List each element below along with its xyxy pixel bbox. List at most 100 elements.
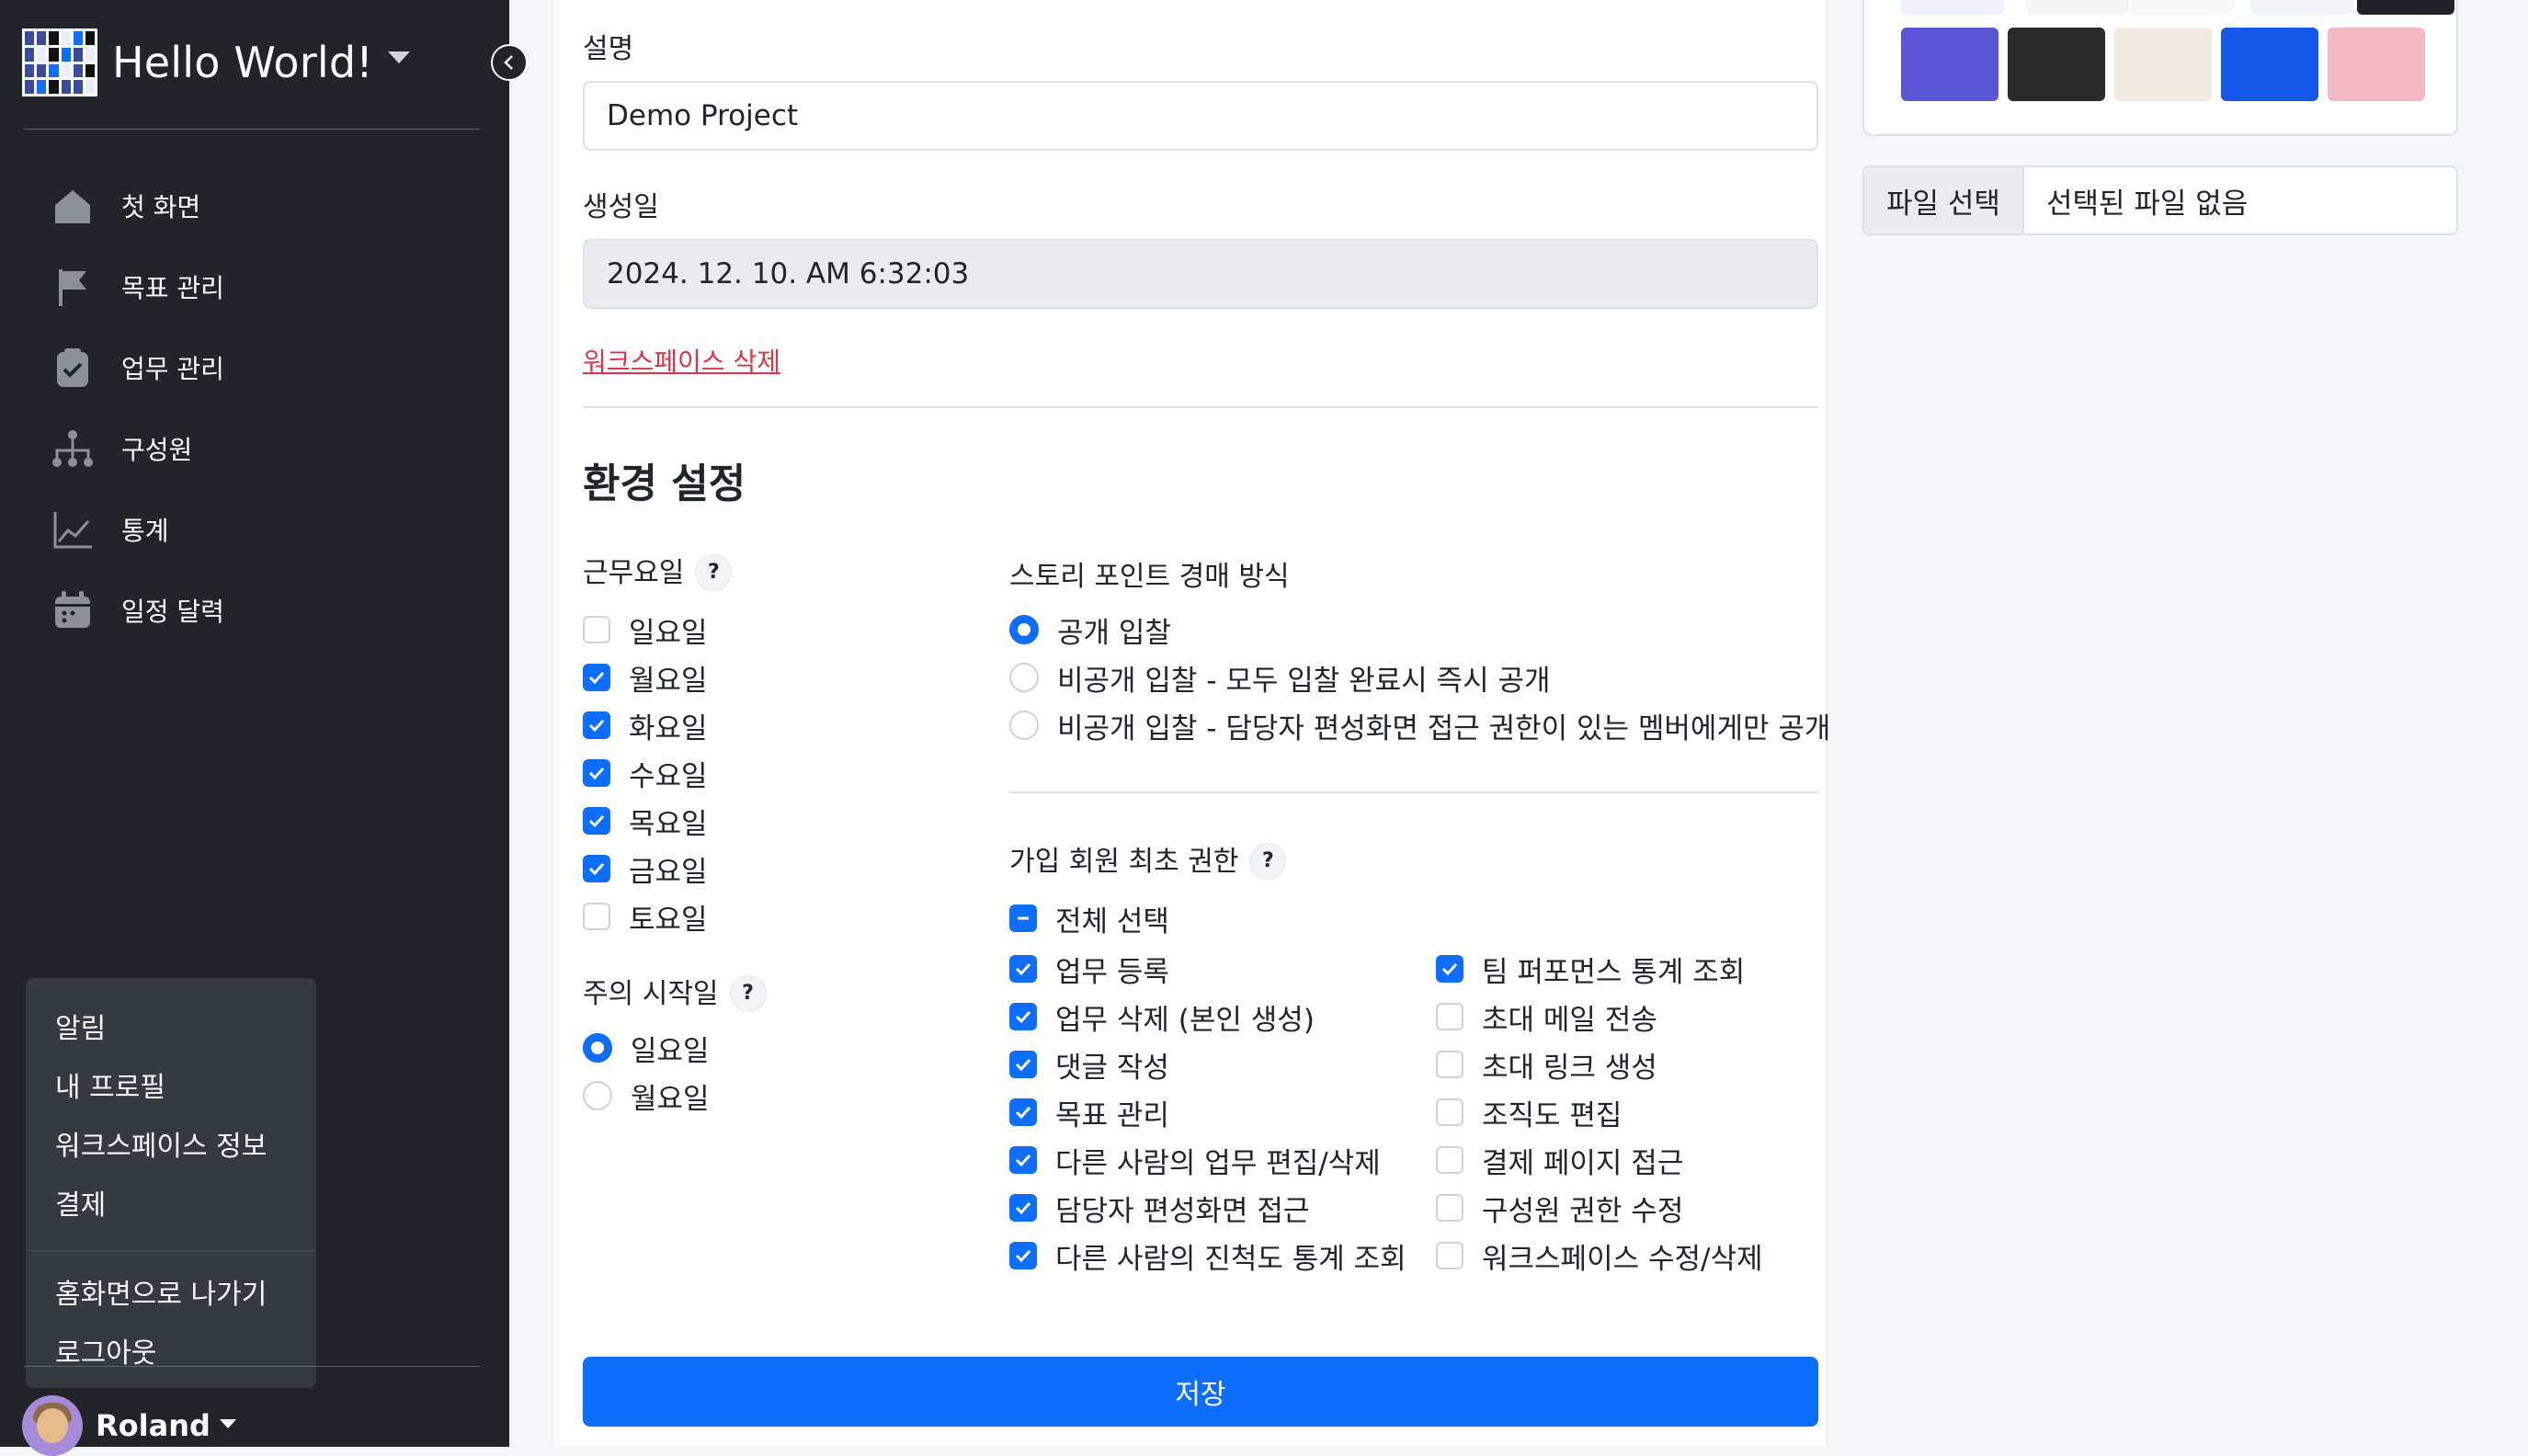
workspace-title: Hello World! bbox=[112, 38, 373, 87]
calendar-icon bbox=[55, 591, 90, 628]
help-icon[interactable]: ? bbox=[729, 974, 767, 1012]
workday-wednesday[interactable]: 수요일 bbox=[583, 749, 708, 797]
week-start-label: 주의 시작일? bbox=[583, 971, 767, 1014]
sidebar-item-calendar[interactable]: 일정 달력 bbox=[51, 570, 224, 651]
perm-edit-org-chart[interactable]: 조직도 편집 bbox=[1436, 1088, 1622, 1136]
checkbox-label: 담당자 편성화면 접근 bbox=[1055, 1194, 1310, 1228]
checkbox[interactable] bbox=[1009, 1194, 1037, 1222]
user-menu-toggle[interactable]: Roland bbox=[22, 1395, 236, 1456]
perm-billing-page[interactable]: 결제 페이지 접근 bbox=[1436, 1136, 1683, 1184]
workday-thursday[interactable]: 목요일 bbox=[583, 797, 708, 845]
checkbox[interactable] bbox=[1436, 1051, 1463, 1078]
checkbox-label: 월요일 bbox=[629, 664, 708, 698]
delete-workspace-link[interactable]: 워크스페이스 삭제 bbox=[583, 342, 780, 379]
line-chart-icon bbox=[53, 512, 92, 549]
auction-sealed-restricted[interactable]: 비공개 입찰 - 담당자 편성화면 접근 권한이 있는 멤버에게만 공개 bbox=[1009, 701, 1830, 749]
checkbox-label: 목요일 bbox=[629, 807, 708, 841]
checkbox[interactable] bbox=[1009, 1051, 1037, 1078]
checkbox[interactable] bbox=[1436, 1194, 1463, 1222]
checkbox[interactable] bbox=[1009, 1003, 1037, 1030]
workday-friday[interactable]: 금요일 bbox=[583, 845, 708, 893]
checkbox[interactable] bbox=[1436, 1098, 1463, 1126]
radio[interactable] bbox=[1009, 615, 1039, 644]
checkbox-label: 토요일 bbox=[629, 903, 708, 937]
checkbox-indeterminate[interactable] bbox=[1009, 904, 1037, 932]
checkbox[interactable] bbox=[1009, 1146, 1037, 1174]
save-button[interactable]: 저장 bbox=[583, 1357, 1818, 1427]
radio[interactable] bbox=[583, 1033, 612, 1063]
checkbox[interactable] bbox=[1009, 1242, 1037, 1269]
checkbox[interactable] bbox=[1009, 1098, 1037, 1126]
perm-edit-member-roles[interactable]: 구성원 권한 수정 bbox=[1436, 1184, 1683, 1232]
description-input[interactable]: Demo Project bbox=[583, 81, 1818, 151]
menu-item-billing[interactable]: 결제 bbox=[26, 1177, 316, 1235]
checkbox[interactable] bbox=[1436, 1242, 1463, 1269]
workday-monday[interactable]: 월요일 bbox=[583, 654, 708, 701]
checkbox-label: 업무 등록 bbox=[1055, 955, 1169, 989]
menu-item-workspace-info[interactable]: 워크스페이스 정보 bbox=[26, 1118, 316, 1177]
sidebar-item-goals[interactable]: 목표 관리 bbox=[51, 246, 224, 327]
section-divider bbox=[583, 406, 1818, 408]
sidebar-item-home[interactable]: 첫 화면 bbox=[51, 165, 224, 246]
checkbox[interactable] bbox=[583, 616, 610, 643]
checkbox[interactable] bbox=[583, 855, 610, 882]
perm-delete-own-task[interactable]: 업무 삭제 (본인 생성) bbox=[1009, 993, 1315, 1041]
auction-open-bid[interactable]: 공개 입찰 bbox=[1009, 606, 1171, 654]
sidebar-item-tasks[interactable]: 업무 관리 bbox=[51, 327, 224, 408]
checkbox-label: 수요일 bbox=[629, 759, 708, 793]
radio[interactable] bbox=[1009, 663, 1039, 692]
perm-team-performance-stats[interactable]: 팀 퍼포먼스 통계 조회 bbox=[1436, 945, 1745, 993]
radio[interactable] bbox=[1009, 711, 1039, 740]
radio-label: 일요일 bbox=[631, 1034, 710, 1068]
sidebar-item-label: 첫 화면 bbox=[121, 192, 201, 222]
checkbox[interactable] bbox=[583, 903, 610, 930]
perm-send-invite-mail[interactable]: 초대 메일 전송 bbox=[1436, 993, 1657, 1041]
checkbox[interactable] bbox=[583, 807, 610, 835]
help-icon[interactable]: ? bbox=[695, 553, 733, 591]
auction-sealed-instant[interactable]: 비공개 입찰 - 모두 입찰 완료시 즉시 공개 bbox=[1009, 654, 1550, 701]
checkbox-label: 금요일 bbox=[629, 855, 708, 889]
checkbox-label: 팀 퍼포먼스 통계 조회 bbox=[1482, 955, 1746, 989]
radio[interactable] bbox=[583, 1081, 612, 1110]
checkbox[interactable] bbox=[583, 664, 610, 691]
workdays-label-text: 근무요일 bbox=[583, 557, 685, 589]
perm-create-task[interactable]: 업무 등록 bbox=[1009, 945, 1169, 993]
radio-label: 공개 입찰 bbox=[1057, 616, 1171, 650]
perm-edit-delete-workspace[interactable]: 워크스페이스 수정/삭제 bbox=[1436, 1232, 1763, 1280]
permissions-select-all[interactable]: 전체 선택 bbox=[1009, 894, 1169, 942]
file-input[interactable]: 파일 선택 선택된 파일 없음 bbox=[1862, 165, 2458, 235]
sidebar-item-members[interactable]: 구성원 bbox=[51, 408, 224, 489]
workday-tuesday[interactable]: 화요일 bbox=[583, 701, 708, 749]
workday-saturday[interactable]: 토요일 bbox=[583, 893, 708, 940]
section-title: 환경 설정 bbox=[583, 461, 746, 507]
week-start-monday[interactable]: 월요일 bbox=[583, 1072, 710, 1120]
week-start-sunday[interactable]: 일요일 bbox=[583, 1024, 710, 1072]
menu-item-logout[interactable]: 로그아웃 bbox=[26, 1325, 316, 1383]
menu-item-notifications[interactable]: 알림 bbox=[26, 1000, 316, 1059]
perm-edit-others-task[interactable]: 다른 사람의 업무 편집/삭제 bbox=[1009, 1136, 1381, 1184]
perm-create-invite-link[interactable]: 초대 링크 생성 bbox=[1436, 1041, 1657, 1088]
checkbox[interactable] bbox=[1436, 955, 1463, 983]
menu-item-go-home[interactable]: 홈화면으로 나가기 bbox=[26, 1266, 316, 1325]
sidebar-collapse-button[interactable] bbox=[491, 44, 528, 81]
sidebar-item-label: 일정 달력 bbox=[121, 597, 224, 627]
checkbox[interactable] bbox=[583, 759, 610, 787]
perm-assignee-screen[interactable]: 담당자 편성화면 접근 bbox=[1009, 1184, 1309, 1232]
perm-write-comment[interactable]: 댓글 작성 bbox=[1009, 1041, 1169, 1088]
workspace-logo bbox=[22, 28, 97, 97]
checkbox[interactable] bbox=[1009, 955, 1037, 983]
initial-permissions-label-text: 가입 회원 최초 권한 bbox=[1009, 846, 1239, 878]
checkbox[interactable] bbox=[583, 711, 610, 739]
workspace-switcher[interactable]: Hello World! bbox=[22, 28, 410, 97]
menu-item-my-profile[interactable]: 내 프로필 bbox=[26, 1059, 316, 1118]
choose-file-button[interactable]: 파일 선택 bbox=[1864, 167, 2024, 233]
help-icon[interactable]: ? bbox=[1249, 842, 1287, 880]
perm-others-progress-stats[interactable]: 다른 사람의 진척도 통계 조회 bbox=[1009, 1232, 1406, 1280]
sidebar: Hello World! 첫 화면 목표 관리 업무 관리 구성원 통계 일정 … bbox=[0, 0, 509, 1456]
checkbox[interactable] bbox=[1436, 1146, 1463, 1174]
sidebar-item-stats[interactable]: 통계 bbox=[51, 489, 224, 570]
checkbox[interactable] bbox=[1436, 1003, 1463, 1030]
workday-sunday[interactable]: 일요일 bbox=[583, 606, 708, 654]
workspace-image-preview bbox=[1862, 0, 2458, 136]
perm-manage-goals[interactable]: 목표 관리 bbox=[1009, 1088, 1169, 1136]
